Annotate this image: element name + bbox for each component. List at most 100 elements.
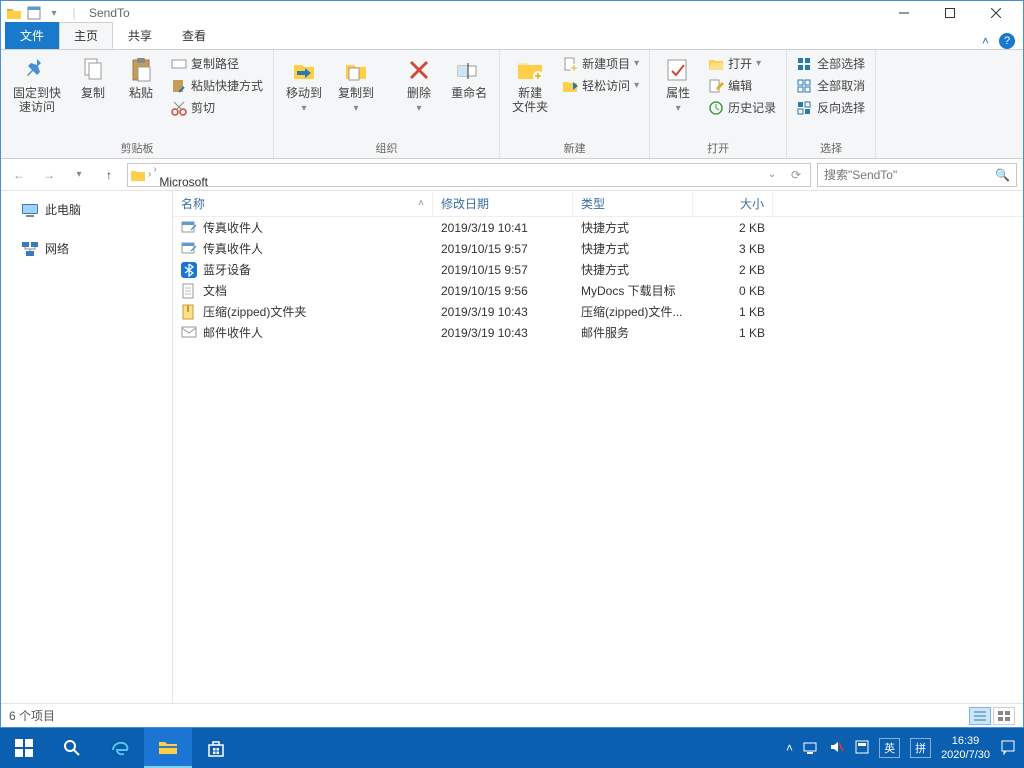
easyaccess-icon	[562, 78, 578, 94]
nav-tree: 此电脑 网络	[1, 191, 173, 703]
file-icon	[181, 262, 197, 278]
newitem-icon	[562, 56, 578, 72]
file-date: 2019/3/19 10:41	[433, 221, 573, 235]
col-date[interactable]: 修改日期	[433, 191, 573, 216]
nav-back-button[interactable]: ←	[7, 163, 31, 187]
cut-button[interactable]: 剪切	[167, 98, 267, 118]
tab-share[interactable]: 共享	[113, 22, 167, 49]
col-name[interactable]: 名称˄	[173, 191, 433, 216]
file-type: 快捷方式	[573, 240, 693, 257]
edit-button[interactable]: 编辑	[704, 76, 780, 96]
newitem-button[interactable]: 新建项目▾	[558, 54, 643, 74]
view-details-button[interactable]	[969, 707, 991, 725]
rename-icon	[455, 56, 483, 84]
selectall-button[interactable]: 全部选择	[793, 54, 869, 74]
copy-button[interactable]: 复制	[71, 52, 115, 100]
file-size: 2 KB	[693, 221, 773, 235]
moveto-button[interactable]: 移动到▾	[280, 52, 328, 116]
file-row[interactable]: 文档2019/10/15 9:56MyDocs 下载目标0 KB	[173, 280, 1023, 301]
tray-ime-icon[interactable]	[855, 740, 869, 757]
file-type: 快捷方式	[573, 219, 693, 236]
tray-notifications-icon[interactable]	[1000, 739, 1016, 758]
pasteshortcut-button[interactable]: 粘贴快捷方式	[167, 76, 267, 96]
paste-button[interactable]: 粘贴	[119, 52, 163, 100]
address-bar[interactable]: › Administrator›AppData›Roaming›Microsof…	[127, 163, 811, 187]
file-icon	[181, 283, 197, 299]
start-button[interactable]	[0, 728, 48, 768]
file-type: 邮件服务	[573, 324, 693, 341]
file-type: 压缩(zipped)文件...	[573, 303, 693, 320]
file-size: 2 KB	[693, 263, 773, 277]
tab-view[interactable]: 查看	[167, 22, 221, 49]
open-button[interactable]: 打开▾	[704, 54, 780, 74]
tab-file[interactable]: 文件	[5, 22, 59, 49]
copyto-button[interactable]: 复制到▾	[332, 52, 380, 116]
ribbon-group-clipboard: 固定到快 速访问 复制 粘贴 复制路径 粘贴快捷方式 剪切 剪贴板	[1, 50, 274, 158]
taskbar-explorer-button[interactable]	[144, 728, 192, 768]
tab-home[interactable]: 主页	[59, 22, 113, 49]
taskbar-search-button[interactable]	[48, 728, 96, 768]
qat-properties-icon[interactable]	[25, 4, 43, 22]
tree-thispc[interactable]: 此电脑	[1, 197, 172, 222]
view-icons-button[interactable]	[993, 707, 1015, 725]
help-icon[interactable]: ?	[999, 33, 1015, 49]
properties-button[interactable]: 属性▾	[656, 52, 700, 116]
newfolder-icon	[516, 56, 544, 84]
taskbar-edge-button[interactable]	[96, 728, 144, 768]
pin-quickaccess-button[interactable]: 固定到快 速访问	[7, 52, 67, 114]
file-row[interactable]: 蓝牙设备2019/10/15 9:57快捷方式2 KB	[173, 259, 1023, 280]
search-box[interactable]: 🔍	[817, 163, 1017, 187]
newfolder-button[interactable]: 新建 文件夹	[506, 52, 554, 114]
close-button[interactable]	[973, 1, 1019, 25]
ribbon: 固定到快 速访问 复制 粘贴 复制路径 粘贴快捷方式 剪切 剪贴板	[1, 49, 1023, 159]
file-size: 1 KB	[693, 326, 773, 340]
file-row[interactable]: 压缩(zipped)文件夹2019/3/19 10:43压缩(zipped)文件…	[173, 301, 1023, 322]
tray-ime-lang[interactable]: 英	[879, 738, 900, 758]
breadcrumb-item[interactable]: Microsoft	[153, 175, 236, 187]
column-headers: 名称˄ 修改日期 类型 大小	[173, 191, 1023, 217]
history-icon	[708, 100, 724, 116]
col-size[interactable]: 大小	[693, 191, 773, 216]
minimize-button[interactable]	[881, 1, 927, 25]
file-name: 压缩(zipped)文件夹	[203, 303, 306, 320]
file-row[interactable]: 邮件收件人2019/3/19 10:43邮件服务1 KB	[173, 322, 1023, 343]
system-tray: ˄ 英 拼 16:39 2020/7/30	[778, 734, 1024, 762]
qat-separator: |	[65, 4, 83, 22]
taskbar-store-button[interactable]	[192, 728, 240, 768]
copypath-button[interactable]: 复制路径	[167, 54, 267, 74]
delete-icon	[405, 56, 433, 84]
nav-recent-button[interactable]: ▾	[67, 163, 91, 187]
tray-volume-icon[interactable]	[829, 740, 845, 757]
invert-button[interactable]: 反向选择	[793, 98, 869, 118]
history-button[interactable]: 历史记录	[704, 98, 780, 118]
folder-icon	[130, 167, 146, 183]
tray-network-icon[interactable]	[803, 740, 819, 757]
search-input[interactable]	[824, 168, 995, 182]
properties-icon	[664, 56, 692, 84]
file-icon	[181, 325, 197, 341]
paste-icon	[127, 56, 155, 84]
rename-button[interactable]: 重命名	[445, 52, 493, 100]
tray-clock[interactable]: 16:39 2020/7/30	[941, 734, 990, 762]
tray-overflow-icon[interactable]: ˄	[786, 741, 793, 755]
invert-icon	[797, 100, 813, 116]
maximize-button[interactable]	[927, 1, 973, 25]
ribbon-tabs: 文件 主页 共享 查看 ˄ ?	[1, 25, 1023, 49]
col-type[interactable]: 类型	[573, 191, 693, 216]
selectnone-button[interactable]: 全部取消	[793, 76, 869, 96]
cut-icon	[171, 100, 187, 116]
nav-up-button[interactable]: ↑	[97, 163, 121, 187]
tree-network[interactable]: 网络	[1, 236, 172, 261]
file-row[interactable]: 传真收件人2019/3/19 10:41快捷方式2 KB	[173, 217, 1023, 238]
file-row[interactable]: 传真收件人2019/10/15 9:57快捷方式3 KB	[173, 238, 1023, 259]
addr-refresh-icon[interactable]: ⟳	[784, 163, 808, 187]
file-name: 邮件收件人	[203, 324, 263, 341]
addr-dropdown-icon[interactable]: ⌄	[760, 163, 784, 187]
tray-ime-mode[interactable]: 拼	[910, 738, 931, 758]
easyaccess-button[interactable]: 轻松访问▾	[558, 76, 643, 96]
ribbon-group-open: 属性▾ 打开▾ 编辑 历史记录 打开	[650, 50, 787, 158]
delete-button[interactable]: 删除▾	[397, 52, 441, 116]
qat-dropdown-icon[interactable]: ▾	[45, 4, 63, 22]
nav-forward-button[interactable]: →	[37, 163, 61, 187]
ribbon-collapse-icon[interactable]: ˄	[982, 34, 989, 48]
